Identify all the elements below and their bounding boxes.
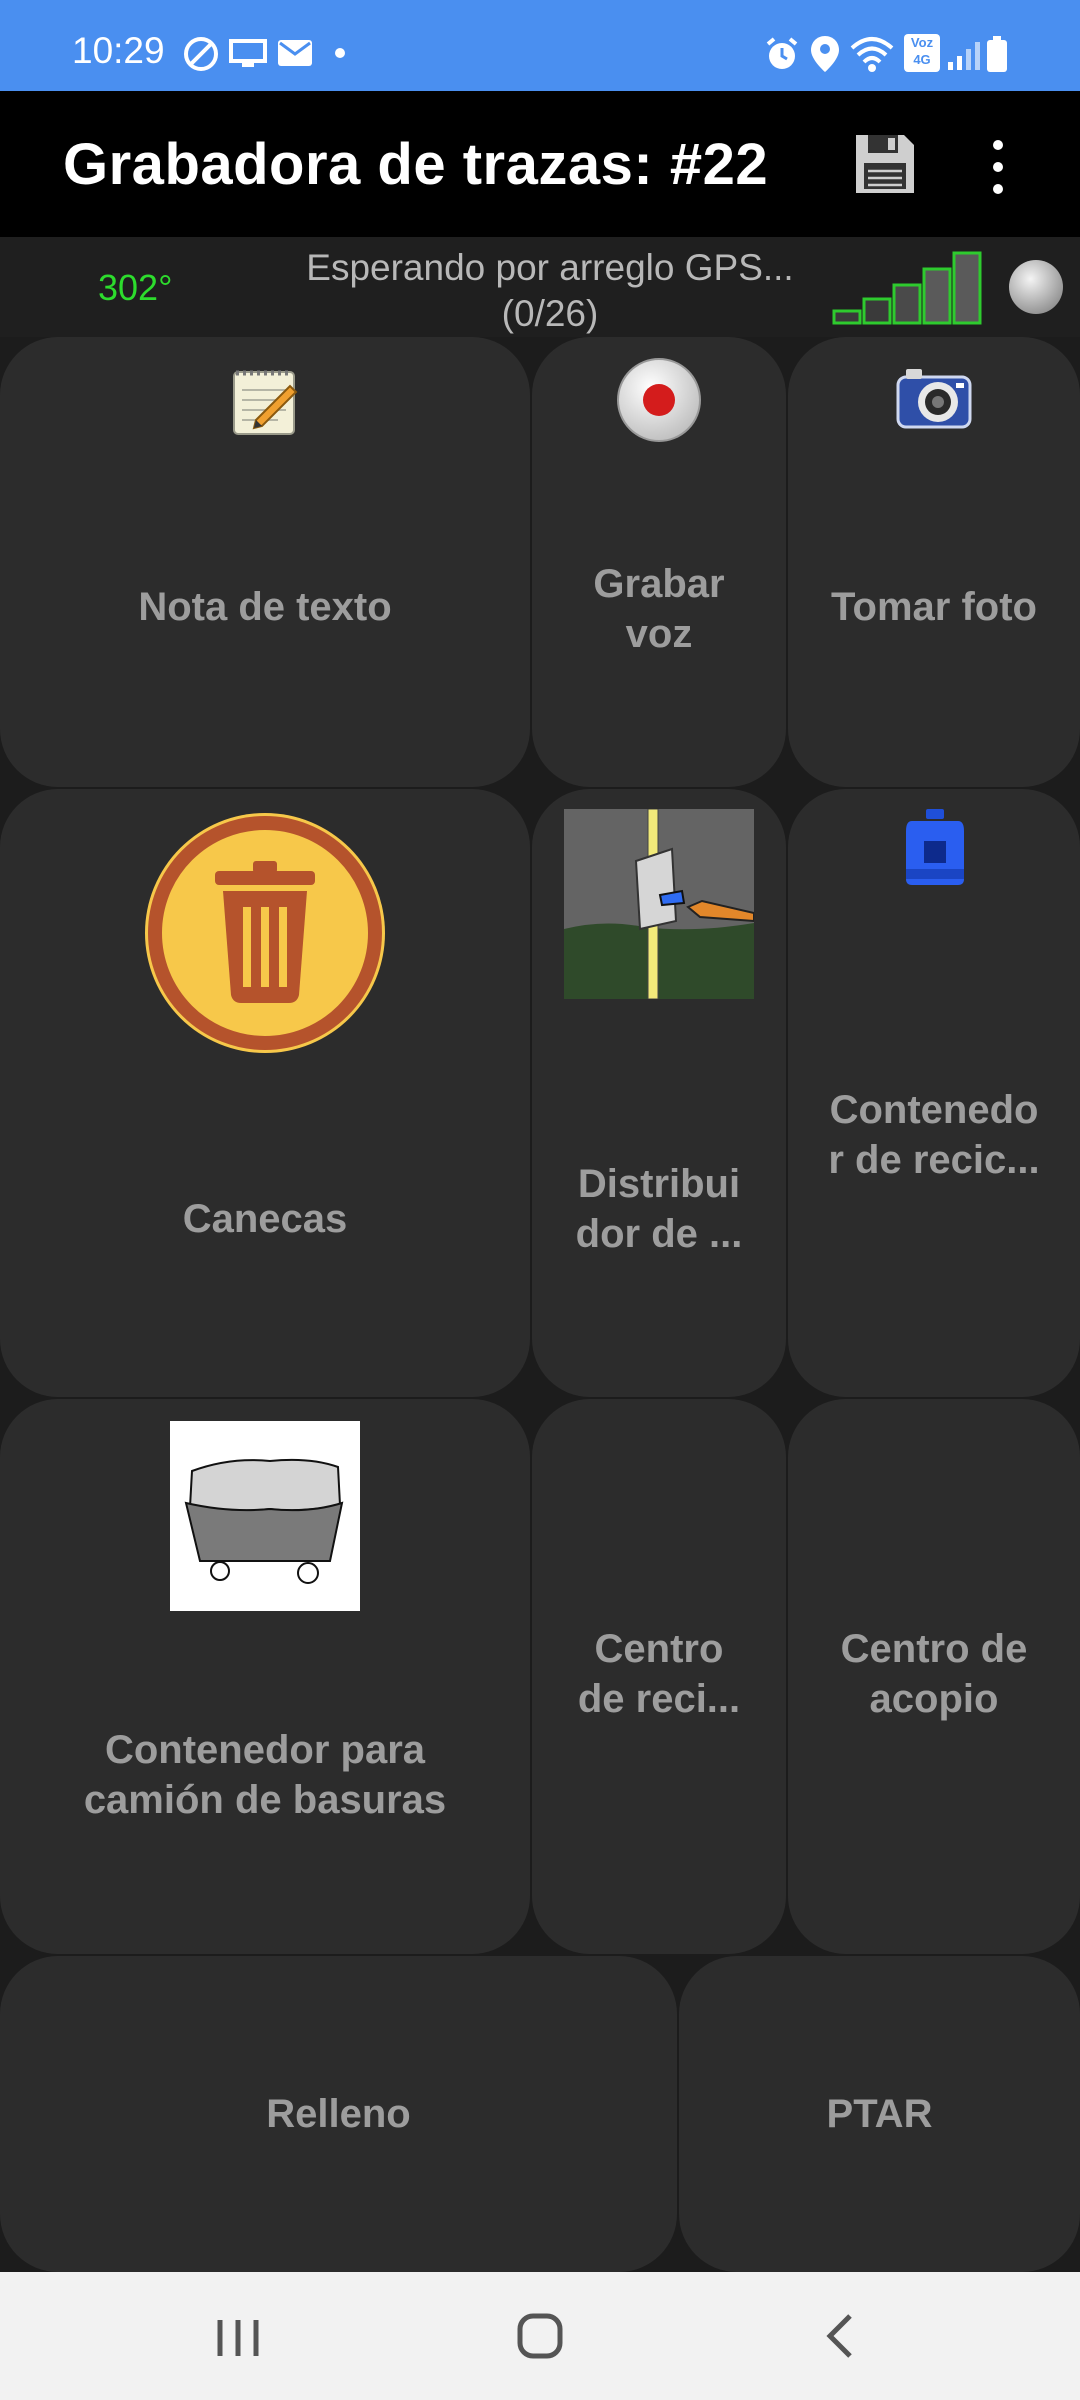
tile-label-line2: r de recic... [828, 1138, 1040, 1182]
screen-cast-icon [229, 39, 267, 67]
tile-label-line2: de reci... [577, 1677, 741, 1721]
tile-take-photo[interactable]: Tomar foto [788, 337, 1080, 787]
alarm-icon [766, 37, 798, 69]
gps-status-line1: Esperando por arreglo GPS... [306, 247, 794, 288]
tile-label-line1: Grabar [593, 562, 725, 606]
recents-icon[interactable] [198, 2300, 278, 2372]
tile-bag-dispenser[interactable]: Distribui dor de ... [532, 789, 786, 1397]
tile-label: PTAR [826, 2092, 933, 2136]
location-icon [811, 36, 839, 72]
home-icon[interactable] [500, 2300, 580, 2372]
tile-canecas[interactable]: Canecas [0, 789, 530, 1397]
bag-dispenser-icon [564, 809, 754, 999]
gps-status-bar: 302° Esperando por arreglo GPS... (0/26) [0, 237, 1080, 337]
gps-fix-indicator-icon [1009, 260, 1063, 314]
wifi-icon [850, 37, 894, 72]
tile-label-line1: Distribui [577, 1162, 741, 1206]
gps-status-line2: (0/26) [501, 293, 599, 334]
camera-icon [896, 369, 972, 429]
tile-label-line1: Centro [594, 1627, 724, 1671]
dot-icon [335, 48, 345, 58]
mail-icon [278, 40, 312, 66]
tile-label-line2: dor de ... [575, 1212, 743, 1256]
missed-call-icon [184, 37, 218, 71]
tile-text-note[interactable]: Nota de texto [0, 337, 530, 787]
tile-label: Relleno [266, 2092, 411, 2136]
tile-landfill[interactable]: Relleno [0, 1956, 677, 2272]
gps-signal-bars-icon [832, 251, 982, 325]
tile-ptar[interactable]: PTAR [679, 1956, 1080, 2272]
battery-icon [987, 36, 1007, 72]
tile-recycling-container[interactable]: Contenedo r de recic... [788, 789, 1080, 1397]
tile-label-line2: voz [625, 612, 693, 656]
marker-button-grid: Nota de texto Grabar voz Tomar foto Cane… [0, 337, 1080, 2272]
system-nav-bar [0, 2272, 1080, 2400]
tile-dumpster-container[interactable]: Contenedor para camión de basuras [0, 1399, 530, 1954]
app-bar: Grabadora de trazas: #22 [0, 91, 1080, 237]
tile-label: Canecas [182, 1197, 348, 1241]
page-title: Grabadora de trazas: #22 [63, 132, 769, 197]
tile-label-line1: Centro de [840, 1627, 1028, 1671]
tile-label: Nota de texto [138, 585, 392, 629]
dumpster-icon [170, 1421, 360, 1611]
tile-label: Tomar foto [831, 585, 1037, 629]
save-icon[interactable] [852, 131, 918, 197]
notepad-icon [233, 370, 298, 435]
tile-collection-center[interactable]: Centro de acopio [788, 1399, 1080, 1954]
gps-status-text: Esperando por arreglo GPS... (0/26) [280, 245, 820, 337]
record-icon [617, 358, 701, 442]
status-bar: 10:29 Voz 4G [0, 0, 1080, 91]
gps-heading: 302° [98, 267, 173, 308]
tile-label-line1: Contenedo [829, 1088, 1039, 1132]
trash-can-icon [145, 813, 385, 1053]
recycling-bin-icon [906, 809, 964, 885]
status-time: 10:29 [72, 30, 165, 71]
tile-recycling-center[interactable]: Centro de reci... [532, 1399, 786, 1954]
back-icon[interactable] [802, 2300, 882, 2372]
tile-label-line1: Contenedor para [104, 1728, 426, 1772]
more-vert-icon[interactable] [978, 135, 1018, 199]
signal-icon [948, 42, 980, 70]
tile-record-voice[interactable]: Grabar voz [532, 337, 786, 787]
tile-label-line2: camión de basuras [83, 1778, 447, 1822]
tile-label-line2: acopio [869, 1677, 999, 1721]
volte-icon: Voz 4G [904, 34, 940, 72]
